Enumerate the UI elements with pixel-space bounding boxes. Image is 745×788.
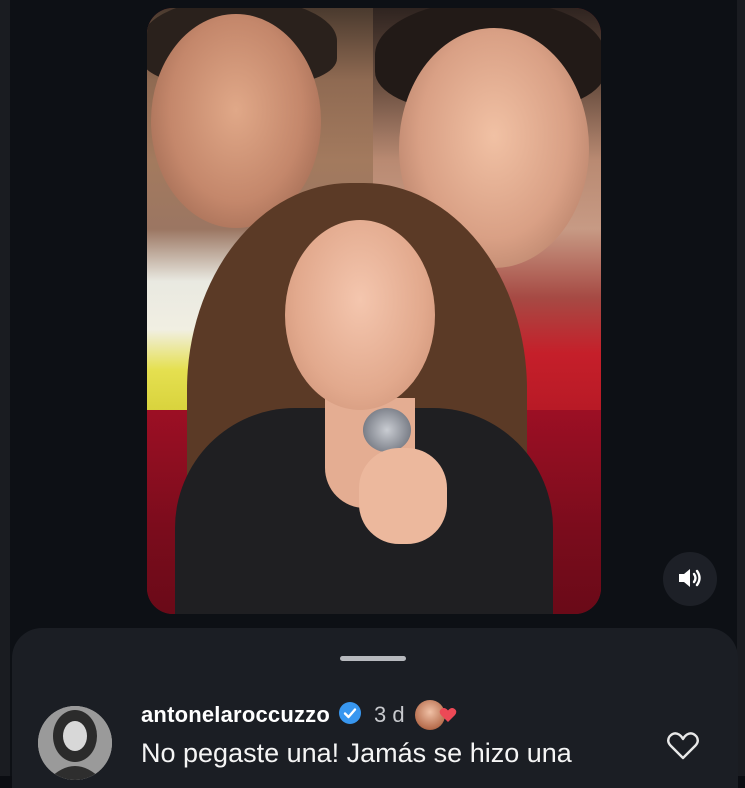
reel-video[interactable] [147, 8, 601, 614]
sound-toggle-button[interactable] [663, 552, 717, 606]
microphone [363, 408, 411, 452]
speaker-icon [677, 566, 703, 593]
presenter-face [285, 220, 435, 410]
frame-edge-left [0, 0, 10, 776]
heart-outline-icon [666, 731, 700, 764]
comment-text: No pegaste una! Jamás se hizo una [141, 738, 572, 768]
sheet-drag-handle[interactable] [340, 656, 406, 661]
comment-timestamp: 3 d [374, 702, 405, 727]
comment-username[interactable]: antonelaroccuzzo [141, 702, 330, 728]
presenter-hand [359, 448, 447, 544]
comment-header: antonelaroccuzzo 3 d [141, 700, 456, 730]
avatar[interactable] [38, 706, 112, 780]
like-comment-button[interactable] [665, 730, 701, 764]
heart-icon [439, 707, 457, 728]
author-reaction-avatar [414, 700, 456, 730]
frame-edge-right [737, 0, 745, 776]
verified-badge-icon [338, 701, 362, 730]
